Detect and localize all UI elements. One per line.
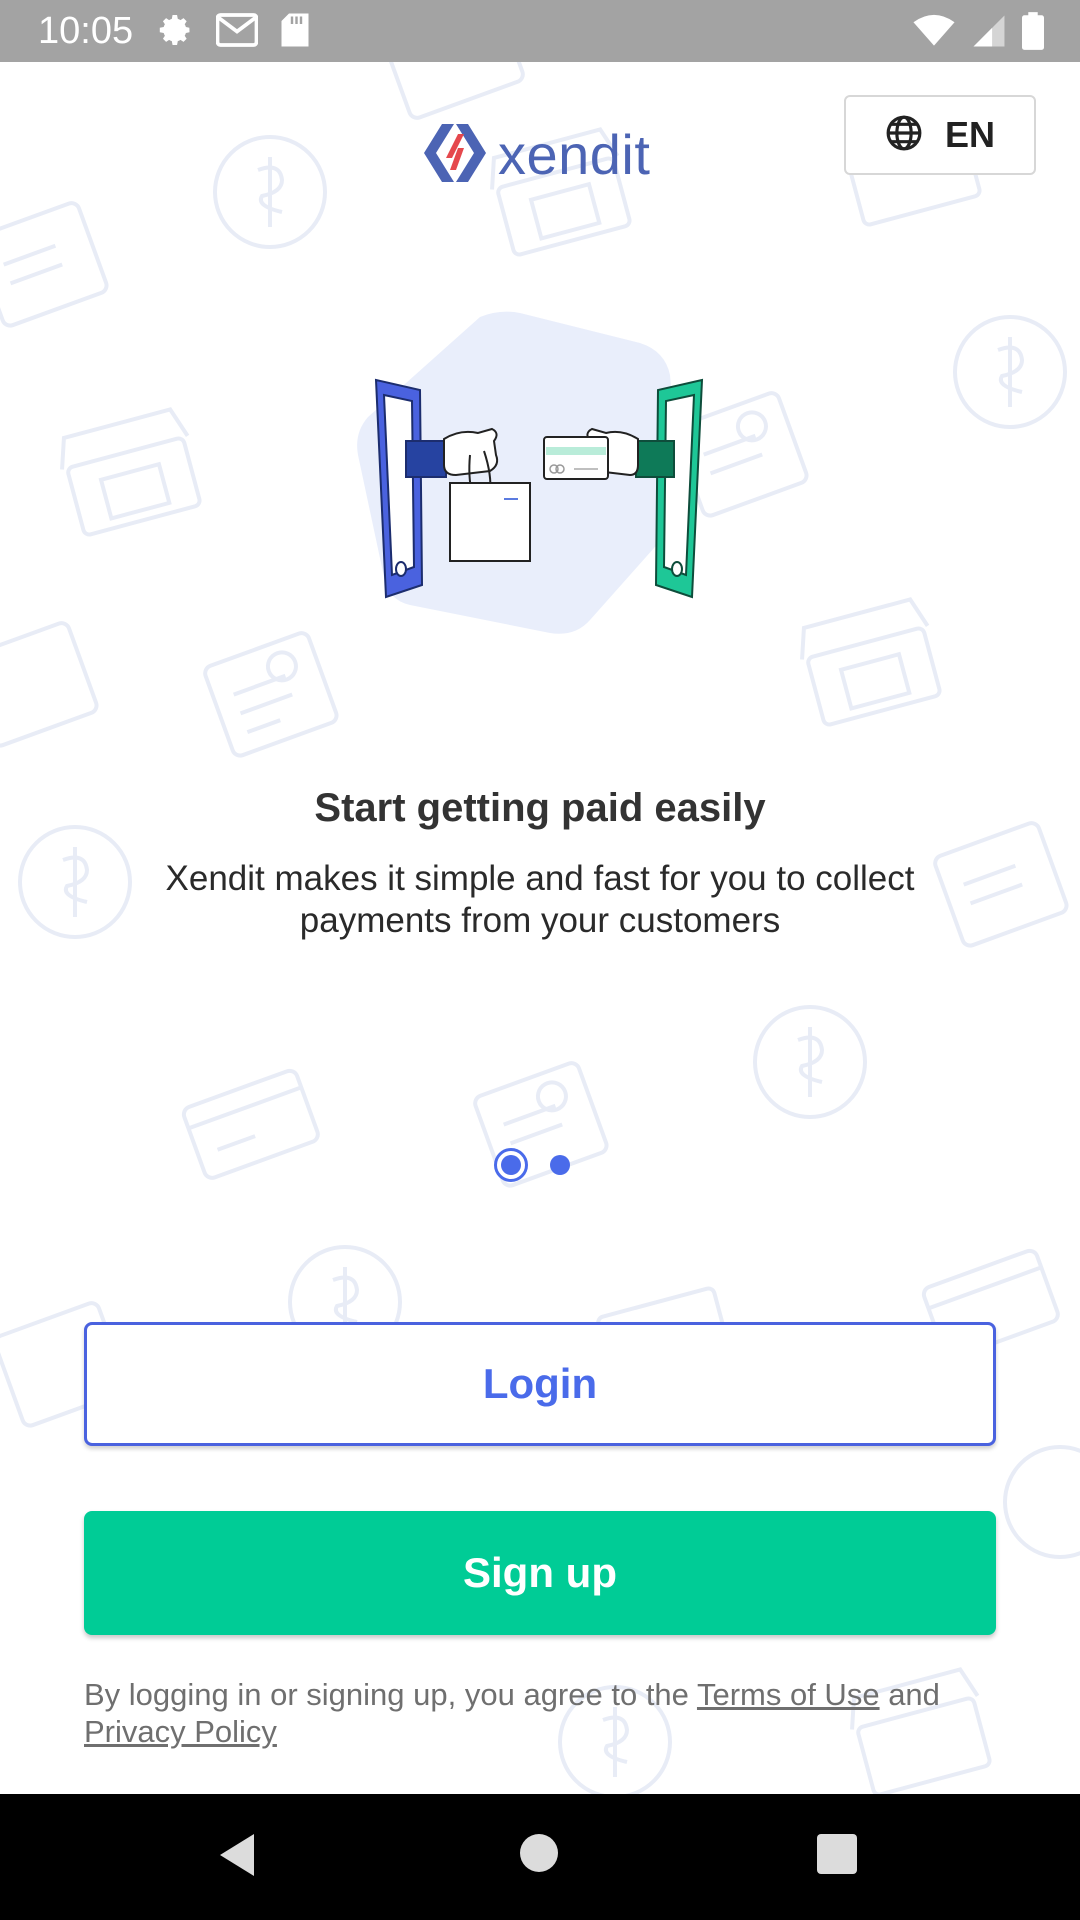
- logo-text: xendit: [498, 123, 651, 186]
- terms-of-use-link[interactable]: Terms of Use: [697, 1677, 880, 1712]
- status-icons-right: [912, 12, 1044, 54]
- legal-middle: and: [879, 1677, 940, 1712]
- language-label: EN: [944, 114, 995, 155]
- battery-icon: [1022, 12, 1044, 54]
- gmail-icon: [215, 13, 259, 51]
- onboarding-description: Xendit makes it simple and fast for you …: [165, 859, 915, 940]
- wifi-icon: [912, 14, 956, 52]
- page-dot[interactable]: [550, 1155, 570, 1175]
- payment-illustration: [357, 311, 704, 634]
- onboarding-screen: 10:05 xendit EN Start getting paid easil…: [0, 0, 1080, 1920]
- language-selector-button[interactable]: EN: [844, 95, 1036, 175]
- login-button[interactable]: Login: [84, 1322, 996, 1446]
- onboarding-title: Start getting paid easily: [314, 786, 766, 830]
- signup-button[interactable]: Sign up: [84, 1511, 996, 1635]
- page-dot-active-inner: [501, 1155, 521, 1175]
- recents-icon[interactable]: [817, 1834, 857, 1874]
- privacy-policy-link[interactable]: Privacy Policy: [84, 1714, 277, 1749]
- status-time: 10:05: [38, 10, 134, 52]
- xendit-logo-icon: [420, 120, 490, 190]
- legal-prefix: By logging in or signing up, you agree t…: [84, 1677, 697, 1712]
- navigation-bar: [0, 1794, 1080, 1920]
- home-icon[interactable]: [520, 1834, 558, 1872]
- status-icons-left: [158, 12, 310, 52]
- status-bar: 10:05: [0, 0, 1080, 62]
- signal-icon: [972, 14, 1006, 52]
- legal-disclaimer: By logging in or signing up, you agree t…: [84, 1676, 996, 1750]
- globe-icon: [885, 114, 923, 156]
- page-dot-active[interactable]: [494, 1148, 528, 1182]
- xendit-logo: xendit: [420, 120, 650, 190]
- sd-card-icon: [280, 12, 310, 52]
- page-indicator: [494, 1148, 570, 1182]
- back-icon[interactable]: [216, 1832, 256, 1882]
- settings-icon: [158, 12, 194, 52]
